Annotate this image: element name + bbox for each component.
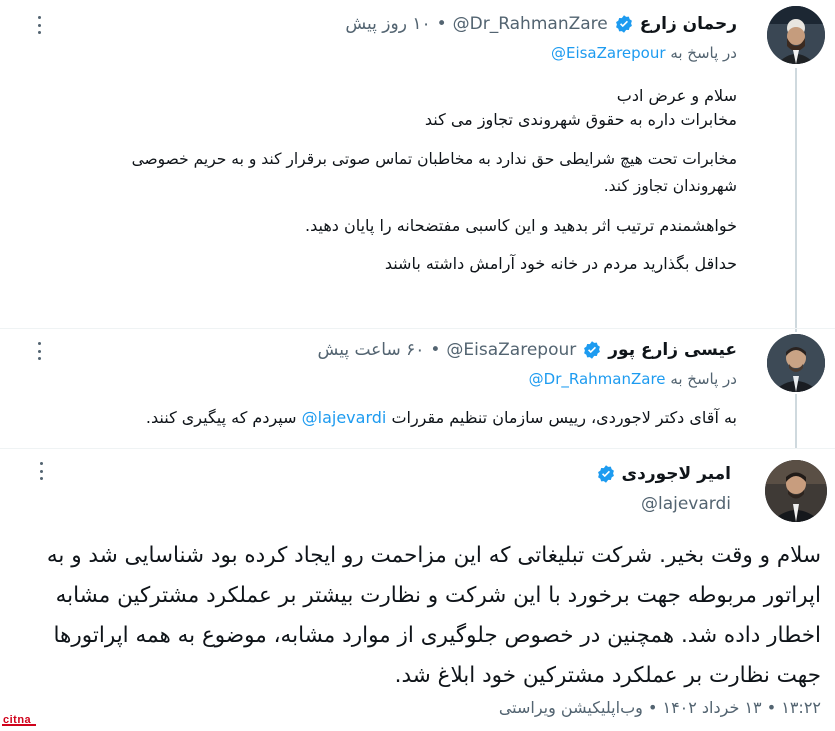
avatar-image-icon [767,6,825,64]
divider [0,328,835,329]
tweet-timestamp[interactable]: ۱۳:۲۲ • ۱۳ خرداد ۱۴۰۲ • وب‌اپلیکیشن ویرا… [499,698,821,717]
tweet-time[interactable]: ۶۰ ساعت پیش [318,340,425,360]
avatar[interactable] [767,334,825,392]
thread-line [795,394,797,448]
tweet-header: عیسی زارع پور @EisaZarepour • ۶۰ ساعت پی… [318,340,737,360]
watermark-logo: citna [2,712,36,729]
verified-badge-icon [582,340,602,360]
separator: • [430,340,441,360]
avatar-image-icon [767,334,825,392]
reply-prefix: در پاسخ به [670,44,737,62]
reply-to-link[interactable]: @Dr_RahmanZare [529,370,666,388]
tweet-header: امیر لاجوردی [596,464,731,484]
text-before: به آقای دکتر لاجوردی، رییس سازمان تنظیم … [391,408,737,427]
more-options-icon[interactable] [32,462,50,480]
tweet-time[interactable]: ۱۰ روز پیش [345,14,430,34]
more-options-icon[interactable] [30,16,48,34]
author-handle[interactable]: @Dr_RahmanZare [453,14,608,34]
reply-prefix: در پاسخ به [670,370,737,388]
thread-line [795,68,797,332]
paragraph: مخابرات تحت هیچ شرایطی حق ندارد به مخاطب… [131,150,737,195]
divider [0,448,835,449]
tweet-1: رحمان زارع @Dr_RahmanZare • ۱۰ روز پیش د… [0,0,835,332]
more-options-icon[interactable] [30,342,48,360]
author-handle[interactable]: @EisaZarepour [446,340,576,360]
svg-text:citna: citna [3,714,32,726]
author-name[interactable]: امیر لاجوردی [622,464,731,484]
paragraph: مخابرات داره به حقوق شهروندی تجاوز می کن… [424,110,737,129]
author-handle[interactable]: @lajevardi [641,494,731,514]
tweet-text: به آقای دکتر لاجوردی، رییس سازمان تنظیم … [146,406,737,430]
author-name[interactable]: رحمان زارع [640,14,737,34]
author-name[interactable]: عیسی زارع پور [608,340,737,360]
verified-badge-icon [596,464,616,484]
tweet-2: عیسی زارع پور @EisaZarepour • ۶۰ ساعت پی… [0,330,835,448]
paragraph: حداقل بگذارید مردم در خانه خود آرامش داش… [384,254,737,273]
reply-to: در پاسخ به @Dr_RahmanZare [529,370,737,388]
paragraph: خواهشمندم ترتیب اثر بدهید و این کاسبی مف… [305,216,737,235]
separator: • [436,14,447,34]
text-after: سپردم که پیگیری کنند. [145,408,297,427]
verified-badge-icon [614,14,634,34]
mention-link[interactable]: @lajevardi [302,408,387,427]
avatar-image-icon [765,460,827,522]
tweet-text: سلام و وقت بخیر. شرکت تبلیغاتی که این مز… [46,543,821,688]
avatar[interactable] [765,460,827,522]
paragraph: سلام و عرض ادب [616,86,737,105]
reply-to: در پاسخ به @EisaZarepour [551,44,737,62]
tweet-3: امیر لاجوردی @lajevardi سلام و وقت بخیر.… [0,450,835,731]
tweet-header: رحمان زارع @Dr_RahmanZare • ۱۰ روز پیش [345,14,737,34]
tweet-text: سلام و عرض ادب مخابرات داره به حقوق شهرو… [90,84,737,276]
citna-logo-icon: citna [2,714,36,726]
avatar[interactable] [767,6,825,64]
reply-to-link[interactable]: @EisaZarepour [551,44,666,62]
